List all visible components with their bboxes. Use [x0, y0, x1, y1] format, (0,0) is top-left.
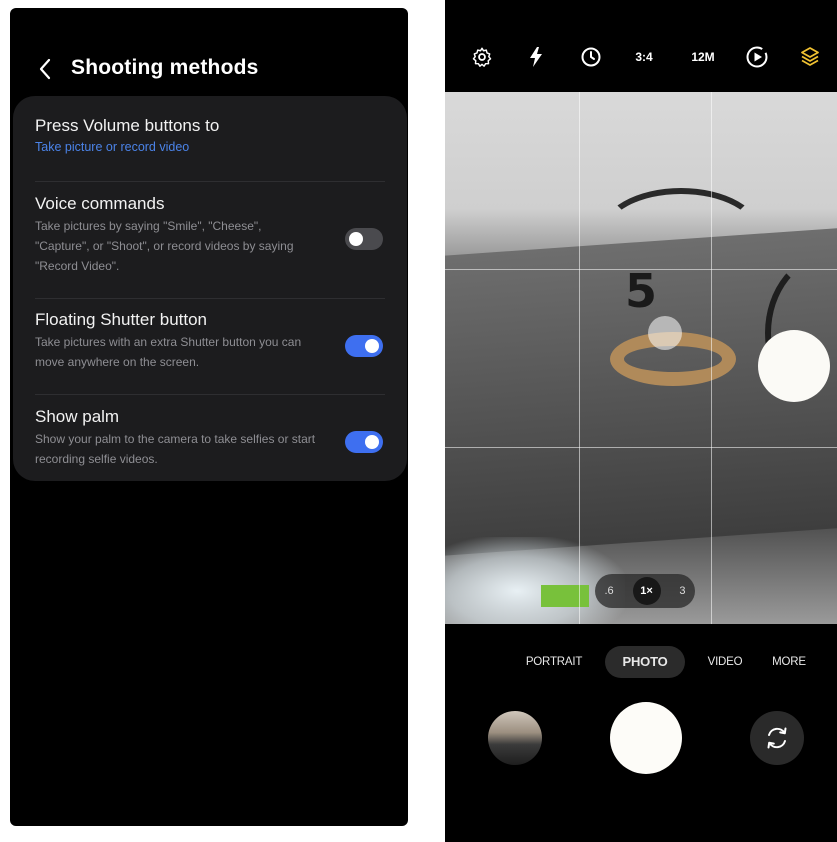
back-button[interactable]	[36, 56, 56, 82]
floating-shutter-toggle[interactable]	[345, 335, 383, 357]
setting-value: Take picture or record video	[35, 140, 190, 154]
voice-commands-toggle[interactable]	[345, 228, 383, 250]
zoom-selector[interactable]: .6 1× 3	[595, 574, 695, 608]
viewfinder-object: 5	[625, 264, 658, 318]
motion-photo-icon	[746, 46, 768, 68]
focus-indicator	[648, 316, 682, 350]
camera-screen: 3:4 12M 5 .6 1× 3 PORTRAIT PHOTO VIDEO M…	[445, 0, 837, 842]
grid-line	[579, 92, 580, 624]
flash-icon	[530, 47, 542, 67]
setting-row-show-palm[interactable]: Show palm Show your palm to the camera t…	[35, 407, 381, 469]
grid-line	[445, 447, 837, 448]
toggle-knob	[349, 232, 363, 246]
camera-mode-bar: PORTRAIT PHOTO VIDEO MORE	[445, 646, 837, 678]
setting-row-volume-buttons[interactable]: Press Volume buttons to Take picture or …	[35, 116, 381, 154]
mode-portrait[interactable]: PORTRAIT	[517, 646, 591, 678]
camera-top-bar: 3:4 12M	[445, 36, 837, 76]
switch-camera-button[interactable]	[750, 711, 804, 765]
zoom-option[interactable]: 3	[679, 585, 685, 597]
gear-icon	[472, 47, 492, 67]
divider	[35, 394, 385, 395]
viewfinder-green-object	[541, 585, 589, 607]
toggle-knob	[365, 339, 379, 353]
gallery-thumbnail[interactable]	[488, 711, 542, 765]
grid-line	[711, 92, 712, 624]
floating-shutter-button[interactable]	[758, 330, 830, 402]
settings-screen: Shooting methods Press Volume buttons to…	[10, 8, 408, 826]
shutter-button[interactable]	[610, 702, 682, 774]
toggle-knob	[365, 435, 379, 449]
grid-line	[445, 269, 837, 270]
mode-more[interactable]: MORE	[763, 646, 815, 678]
setting-description: Take pictures by saying "Smile", "Cheese…	[35, 219, 294, 273]
zoom-option-selected[interactable]: 1×	[632, 577, 661, 605]
setting-title: Floating Shutter button	[35, 310, 208, 329]
switch-camera-icon	[767, 727, 787, 749]
settings-header: Shooting methods	[10, 44, 408, 94]
settings-card: Press Volume buttons to Take picture or …	[13, 96, 407, 481]
setting-row-voice-commands[interactable]: Voice commands Take pictures by saying "…	[35, 194, 381, 276]
mode-photo[interactable]: PHOTO	[605, 646, 685, 678]
setting-title: Show palm	[35, 407, 120, 426]
camera-viewfinder[interactable]: 5 .6 1× 3	[445, 92, 837, 624]
divider	[35, 181, 385, 182]
motion-photo-button[interactable]	[744, 44, 770, 70]
setting-title: Voice commands	[35, 194, 165, 213]
page-title: Shooting methods	[71, 56, 259, 79]
aspect-ratio-label: 3:4	[635, 50, 653, 64]
setting-row-floating-shutter[interactable]: Floating Shutter button Take pictures wi…	[35, 310, 381, 372]
setting-description: Take pictures with an extra Shutter butt…	[35, 335, 302, 369]
mode-video[interactable]: VIDEO	[699, 646, 751, 678]
filters-button[interactable]	[797, 44, 823, 70]
timer-icon	[581, 47, 601, 67]
aspect-ratio-button[interactable]: 3:4	[631, 44, 657, 70]
flash-button[interactable]	[523, 44, 549, 70]
setting-description: Show your palm to the camera to take sel…	[35, 432, 316, 466]
chevron-left-icon	[39, 58, 51, 80]
resolution-button[interactable]: 12M	[686, 44, 720, 70]
filters-icon	[801, 47, 819, 66]
divider	[35, 298, 385, 299]
resolution-label: 12M	[691, 50, 715, 64]
show-palm-toggle[interactable]	[345, 431, 383, 453]
timer-button[interactable]	[578, 44, 604, 70]
zoom-option[interactable]: .6	[604, 585, 613, 597]
setting-title: Press Volume buttons to	[35, 116, 220, 135]
camera-settings-button[interactable]	[469, 44, 495, 70]
